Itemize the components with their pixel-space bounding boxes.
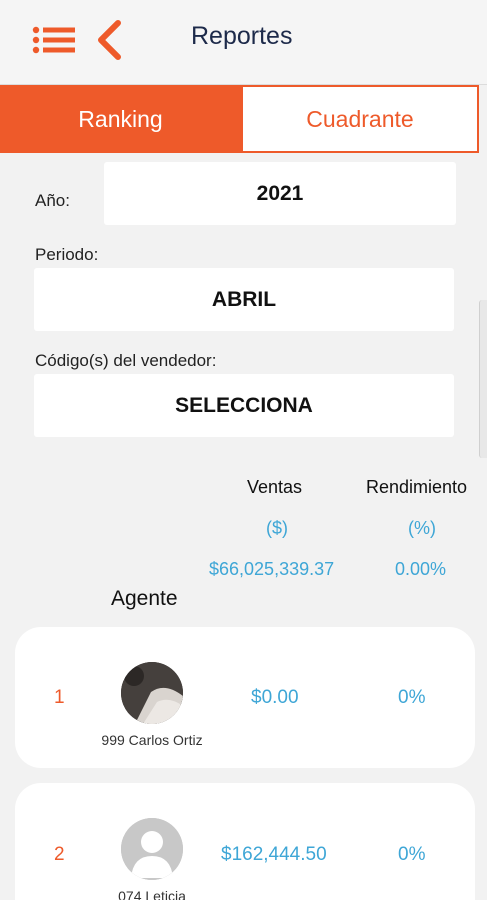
- year-label: Año:: [35, 191, 70, 210]
- agent-name: 074 Leticia: [118, 888, 186, 900]
- year-selector[interactable]: 2021: [104, 162, 456, 225]
- agente-header: Agente: [111, 587, 178, 610]
- back-chevron-icon[interactable]: [94, 20, 124, 60]
- ventas-header: Ventas: [247, 477, 303, 497]
- ventas-total: $66,025,339.37: [209, 559, 335, 579]
- agent-rendimiento: 0%: [398, 687, 426, 708]
- agent-rank: 2: [54, 844, 65, 865]
- reportes-screen: Reportes Ranking Cuadrante Año: 2021 Per…: [0, 0, 487, 900]
- agent-card[interactable]: 1 999 Carlos Ortiz $0.00 0%: [15, 627, 475, 768]
- agent-ventas: $0.00: [251, 687, 299, 708]
- period-label: Periodo:: [35, 245, 99, 264]
- rendimiento-header: Rendimiento: [366, 477, 468, 497]
- default-user-avatar-icon: [121, 818, 183, 880]
- agent-name: 999 Carlos Ortiz: [101, 732, 203, 748]
- agent-photo-avatar: [121, 662, 183, 724]
- agent-rank: 1: [54, 687, 65, 708]
- agent-ventas: $162,444.50: [221, 844, 327, 865]
- tab-ranking[interactable]: Ranking: [0, 85, 241, 153]
- menu-list-icon[interactable]: [32, 26, 78, 54]
- agent-card[interactable]: 2 074 Leticia $162,444.50 0%: [15, 783, 475, 900]
- seller-code-selector[interactable]: SELECCIONA: [34, 374, 454, 437]
- page-title: Reportes: [191, 22, 293, 50]
- tab-cuadrante[interactable]: Cuadrante: [241, 85, 479, 153]
- report-tabs: Ranking Cuadrante: [0, 85, 487, 153]
- side-scroll-handle[interactable]: [479, 300, 487, 458]
- rendimiento-unit: (%): [408, 518, 436, 538]
- app-header: Reportes: [0, 0, 487, 85]
- seller-code-label: Código(s) del vendedor:: [35, 351, 217, 370]
- rendimiento-total: 0.00%: [395, 559, 447, 579]
- agent-rendimiento: 0%: [398, 844, 426, 865]
- period-selector[interactable]: ABRIL: [34, 268, 454, 331]
- ventas-unit: ($): [266, 518, 288, 538]
